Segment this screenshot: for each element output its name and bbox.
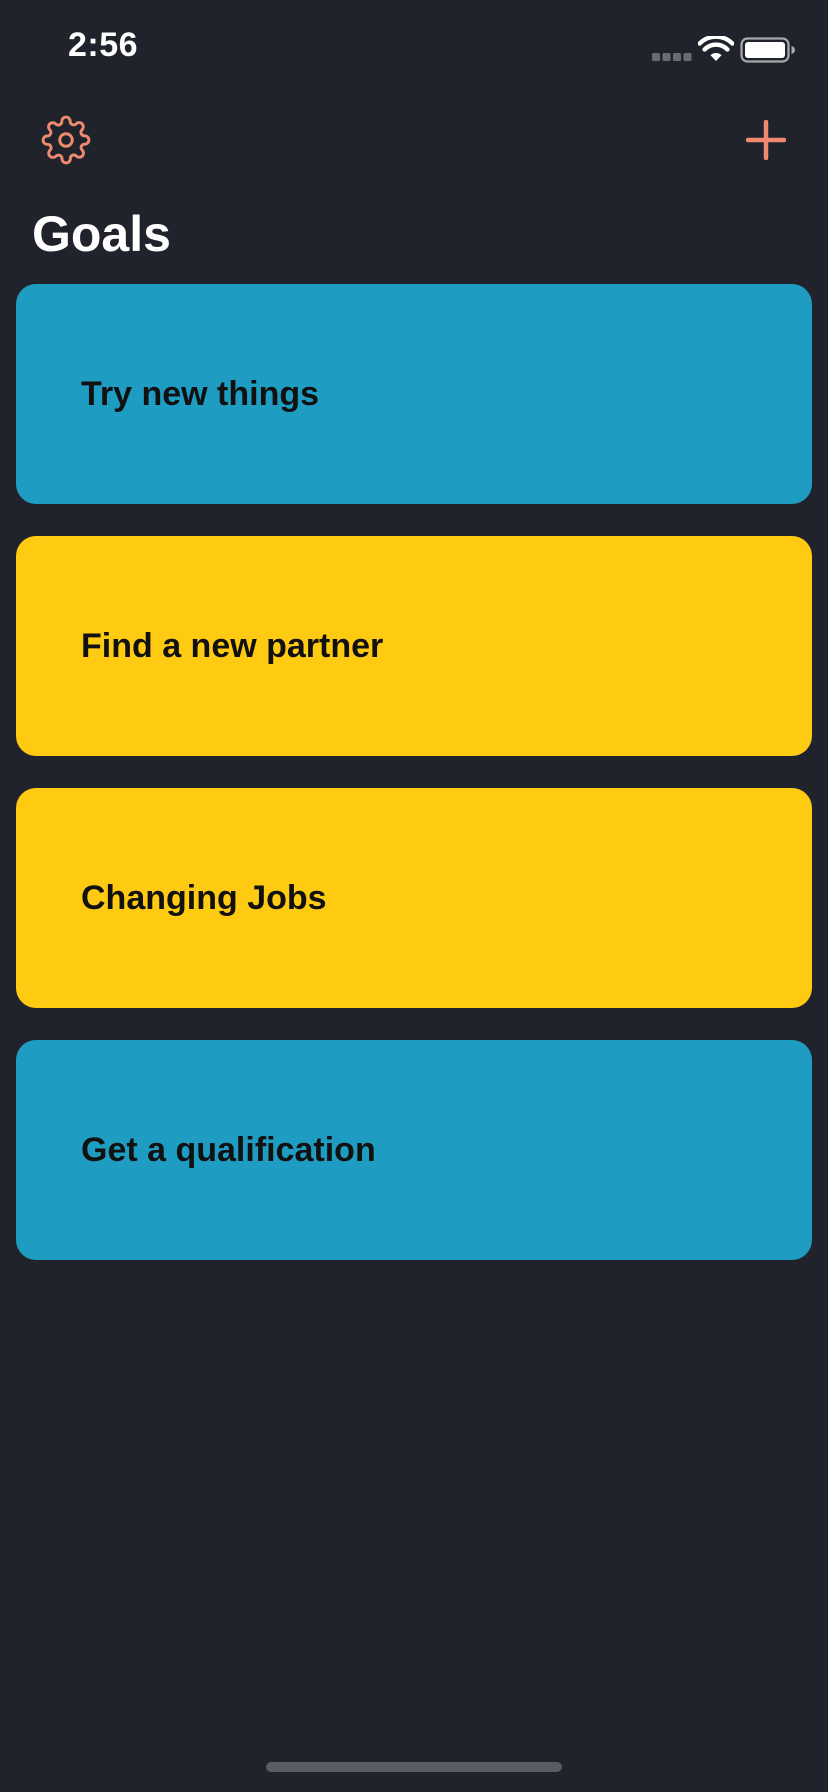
home-indicator[interactable]: [266, 1762, 562, 1772]
status-bar: 2:56: [0, 0, 828, 100]
page-title: Goals: [32, 206, 171, 262]
goal-label: Try new things: [81, 374, 320, 413]
goal-label: Get a qualification: [81, 1130, 376, 1169]
goal-label: Changing Jobs: [81, 878, 327, 917]
add-goal-button[interactable]: [738, 112, 794, 168]
goal-card[interactable]: Get a qualification: [16, 1040, 812, 1260]
wifi-icon: [698, 36, 734, 61]
plus-icon: [746, 120, 786, 160]
battery-icon: [740, 37, 795, 63]
status-time: 2:56: [68, 26, 139, 64]
goal-card[interactable]: Changing Jobs: [16, 788, 812, 1008]
goal-list: Try new things Find a new partner Changi…: [16, 284, 812, 1292]
cellular-signal-icon: [652, 53, 692, 61]
settings-button[interactable]: [38, 112, 94, 168]
goal-label: Find a new partner: [81, 626, 384, 665]
goal-card[interactable]: Find a new partner: [16, 536, 812, 756]
goal-card[interactable]: Try new things: [16, 284, 812, 504]
gear-icon: [41, 115, 91, 165]
